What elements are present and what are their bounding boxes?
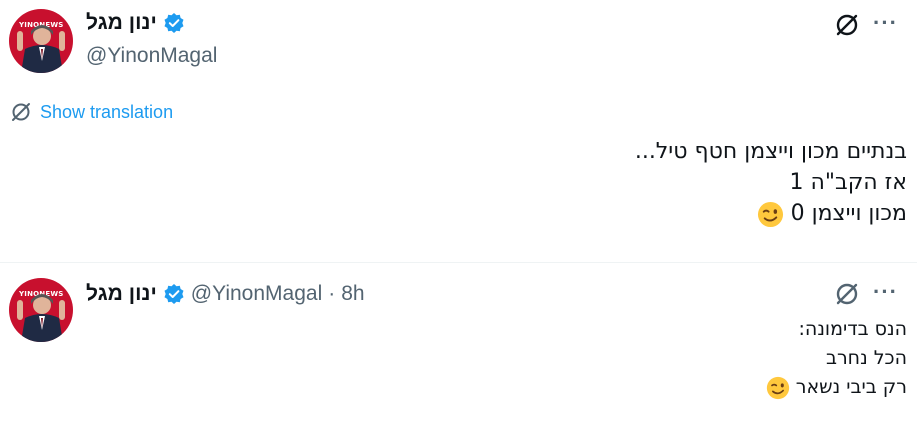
author-row: ינון מגל @YinonMagal · 8h [86,282,365,306]
avatar-person-icon [17,294,65,342]
tweet-line: הנס בדימונה: [798,318,908,340]
winking-face-emoji [766,376,789,399]
verified-badge-icon [164,284,184,304]
display-name[interactable]: ינון מגל [86,282,157,306]
show-translation-label[interactable]: Show translation [40,102,173,123]
grok-icon [836,283,858,305]
tweet-text: הנס בדימונה: הכל נחרב רק ביבי נשאר [766,315,907,402]
tweet: YINONEWS ינון מגל @YinonMagal ··· Show t… [0,0,917,262]
handle[interactable]: @YinonMagal [191,282,322,306]
author-row: ינון מגל [86,11,185,35]
verified-badge-icon [164,13,184,33]
dot-separator: · [328,282,336,305]
tweet-line-text: מכון וייצמן 0 [790,201,907,226]
tweet-line: אז הקב"ה 1 [789,170,907,195]
grok-button[interactable] [834,281,860,307]
avatar-person-icon [17,25,65,73]
tweet-line-text: רק ביבי נשאר [795,376,907,398]
tweet: YINONEWS ינון מגל @YinonMagal · 8h ··· ה… [0,263,917,432]
show-translation-link[interactable]: Show translation [10,101,173,123]
display-name[interactable]: ינון מגל [86,11,157,35]
handle[interactable]: @YinonMagal [86,44,217,68]
more-button[interactable]: ··· [873,279,898,305]
tweet-line: רק ביבי נשאר [766,373,907,402]
avatar[interactable]: YINONEWS [9,278,73,342]
winking-face-emoji [757,201,783,227]
timestamp[interactable]: 8h [341,282,364,306]
avatar[interactable]: YINONEWS [9,9,73,73]
grok-button[interactable] [834,12,860,38]
more-button[interactable]: ··· [873,10,898,36]
tweet-line: מכון וייצמן 0 [635,198,907,229]
tweet-line: הכל נחרב [825,347,907,369]
tweet-line: בנתיים מכון וייצמן חטף טיל... [634,139,907,164]
grok-icon [836,14,858,36]
tweet-text: בנתיים מכון וייצמן חטף טיל... אז הקב"ה 1… [635,136,907,229]
translate-icon [12,103,30,121]
